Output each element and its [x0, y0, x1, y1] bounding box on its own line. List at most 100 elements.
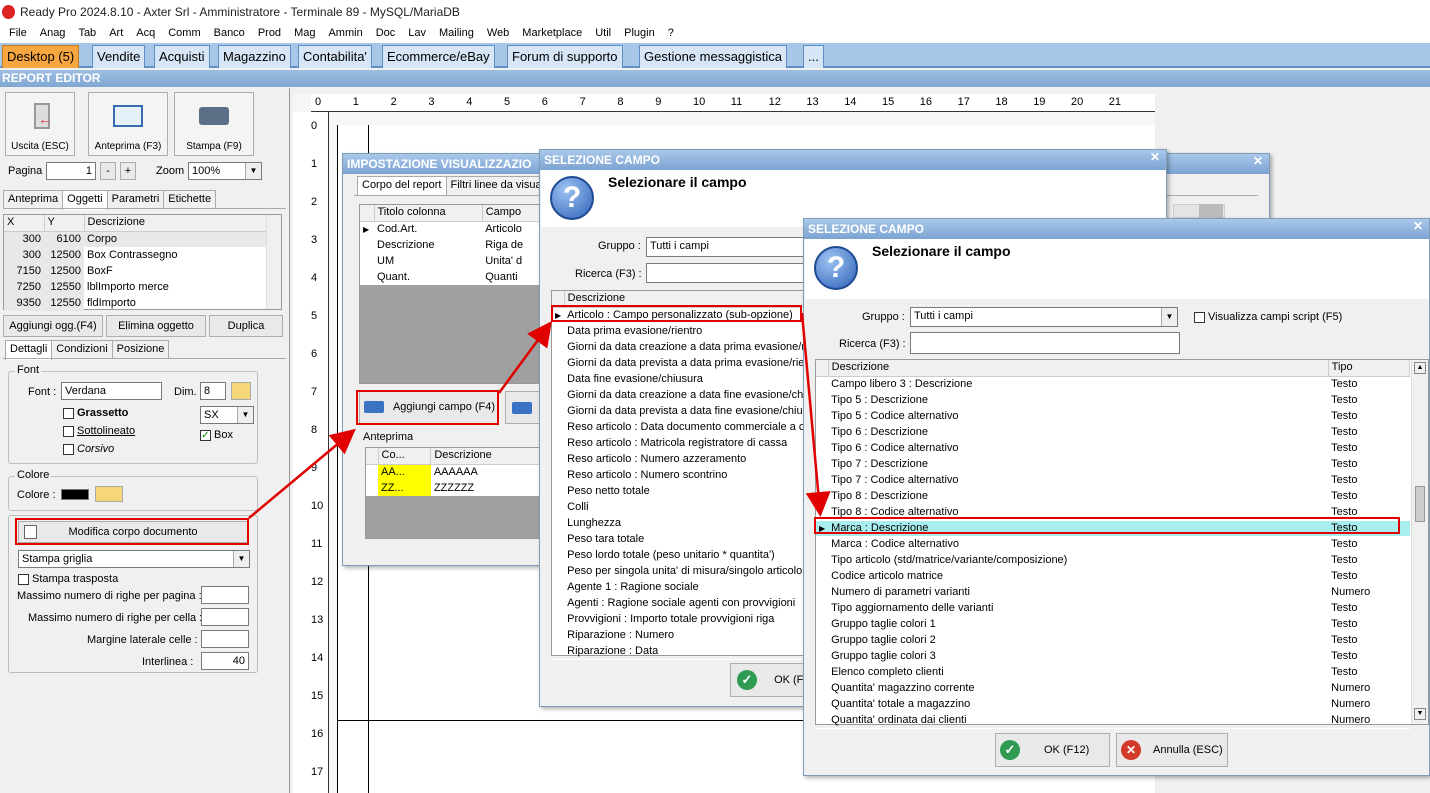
zoom-select[interactable]: 100% ▼	[188, 162, 262, 180]
editor-tab[interactable]: Oggetti	[62, 190, 108, 210]
editor-tab[interactable]: Anteprima	[3, 190, 64, 208]
field-list-item[interactable]: Quantita' ordinata dai clienti Numero	[816, 712, 1410, 729]
field-list-item[interactable]: Tipo 5 : Descrizione Testo	[816, 392, 1410, 409]
field-list-item[interactable]: Riparazione : Data	[552, 643, 822, 660]
field-list-item[interactable]: Giorni da data prevista a data fine evas…	[552, 403, 822, 420]
menu-item[interactable]: Art	[105, 24, 127, 43]
field-list-item[interactable]: Gruppo taglie colori 2 Testo	[816, 632, 1410, 649]
transpose-checkbox[interactable]: Stampa trasposta	[18, 573, 118, 585]
search-input[interactable]	[646, 263, 806, 283]
menu-item[interactable]: Acq	[132, 24, 159, 43]
preview-button[interactable]: Anteprima (F3)	[88, 92, 168, 156]
menu-item[interactable]: Web	[483, 24, 513, 43]
field-list-item[interactable]: Colli	[552, 499, 822, 516]
script-fields-checkbox[interactable]: Visualizza campi script (F5)	[1194, 311, 1342, 323]
column-row[interactable]: UM Unita' d	[360, 253, 546, 269]
list-scrollbar[interactable]: ▲ ▼	[1411, 360, 1428, 724]
field-list-item[interactable]: Tipo articolo (std/matrice/variante/comp…	[816, 552, 1410, 569]
field-list-item[interactable]: Elenco completo clienti Testo	[816, 664, 1410, 681]
menu-item[interactable]: Prod	[254, 24, 285, 43]
module-tab[interactable]: Acquisti	[154, 45, 210, 68]
field-list-item[interactable]: Provvigioni : Importo totale provvigioni…	[552, 611, 822, 628]
menu-item[interactable]: Doc	[372, 24, 400, 43]
max-rows-cell-input[interactable]	[201, 608, 249, 626]
group-select[interactable]: Tutti i campi	[646, 237, 806, 257]
menu-item[interactable]: Mailing	[435, 24, 478, 43]
menu-item[interactable]: Mag	[290, 24, 319, 43]
column-header[interactable]: X	[4, 215, 45, 232]
field-list-item[interactable]: Agenti : Ragione sociale agenti con prov…	[552, 595, 822, 612]
duplicate-button[interactable]: Duplica	[209, 315, 283, 337]
module-tab[interactable]: Gestione messaggistica	[639, 45, 788, 68]
box-checkbox[interactable]: ✓ Box	[200, 429, 233, 441]
field-list-item[interactable]: Peso per singola unita' di misura/singol…	[552, 563, 822, 580]
max-rows-page-input[interactable]	[201, 586, 249, 604]
settings-tab[interactable]: Filtri linee da visual	[445, 176, 550, 194]
field-list-item[interactable]: Reso articolo : Numero scontrino	[552, 467, 822, 484]
field-list-item[interactable]: Tipo 8 : Descrizione Testo	[816, 488, 1410, 505]
object-row[interactable]: 7150 12500 BoxF	[4, 263, 267, 279]
column-row[interactable]: ▶ Cod.Art. Articolo	[360, 221, 546, 237]
objects-scrollbar[interactable]	[266, 215, 281, 309]
field-list-item[interactable]: Codice articolo matrice Testo	[816, 568, 1410, 585]
field-list-item[interactable]: Tipo 5 : Codice alternativo Testo	[816, 408, 1410, 425]
field-list-item[interactable]: Riparazione : Numero	[552, 627, 822, 644]
field-list-item[interactable]: Data fine evasione/chiusura	[552, 371, 822, 388]
folder-icon[interactable]	[231, 382, 251, 400]
close-icon[interactable]: ✕	[1150, 150, 1160, 164]
column-row[interactable]: Descrizione Riga de	[360, 237, 546, 253]
menu-item[interactable]: Marketplace	[518, 24, 586, 43]
detail-tab[interactable]: Dettagli	[5, 340, 53, 360]
group-select[interactable]: Tutti i campi ▼	[910, 307, 1178, 327]
menu-item[interactable]: Plugin	[620, 24, 659, 43]
field-list-item[interactable]: Data prima evasione/rientro	[552, 323, 822, 340]
scroll-thumb[interactable]	[1415, 486, 1425, 522]
field-list-item[interactable]: Peso netto totale	[552, 483, 822, 500]
underline-checkbox[interactable]: Sottolineato	[63, 425, 135, 437]
menu-item[interactable]: Anag	[36, 24, 70, 43]
module-tab[interactable]: Forum di supporto	[507, 45, 623, 68]
field-list-item[interactable]: Quantita' magazzino corrente Numero	[816, 680, 1410, 697]
module-tab[interactable]: Contabilita'	[298, 45, 372, 68]
field-list-item[interactable]: Tipo 6 : Codice alternativo Testo	[816, 440, 1410, 457]
page-prev-button[interactable]: -	[100, 162, 116, 180]
object-row[interactable]: 300 6100 Corpo	[4, 231, 267, 247]
field-list-item[interactable]: Giorni da data creazione a data prima ev…	[552, 339, 822, 356]
column-row[interactable]: Quant. Quanti	[360, 269, 546, 285]
object-row[interactable]: 9350 12550 fldImporto	[4, 295, 267, 311]
object-row[interactable]: 7250 12550 lblImporto merce	[4, 279, 267, 295]
page-next-button[interactable]: +	[120, 162, 136, 180]
editor-tab[interactable]: Parametri	[106, 190, 165, 208]
field-list-item[interactable]: Gruppo taglie colori 1 Testo	[816, 616, 1410, 633]
folder-icon[interactable]	[95, 486, 123, 502]
module-tab[interactable]: Vendite	[92, 45, 146, 68]
field-list-item[interactable]: Tipo aggiornamento delle varianti Testo	[816, 600, 1410, 617]
italic-checkbox[interactable]: Corsivo	[63, 443, 114, 455]
ok-button[interactable]: ✓ OK (F12)	[995, 733, 1110, 767]
close-icon[interactable]: ✕	[1413, 219, 1423, 233]
column-header[interactable]: Descrizione	[84, 215, 267, 232]
field-list-item[interactable]: Marca : Codice alternativo Testo	[816, 536, 1410, 553]
font-input[interactable]: Verdana	[61, 382, 162, 400]
scroll-up-icon[interactable]: ▲	[1414, 362, 1426, 374]
align-select[interactable]: SX ▼	[200, 406, 254, 424]
settings-tab[interactable]: Corpo del report	[357, 176, 447, 196]
line-spacing-input[interactable]: 40	[201, 652, 249, 670]
color-swatch[interactable]	[61, 489, 89, 500]
cancel-button[interactable]: ✕ Annulla (ESC)	[1116, 733, 1228, 767]
menu-item[interactable]: Ammin	[324, 24, 366, 43]
field-list-item[interactable]: Lunghezza	[552, 515, 822, 532]
close-icon[interactable]: ✕	[1253, 154, 1263, 168]
field-list-item[interactable]: Campo libero 3 : Descrizione Testo	[816, 376, 1410, 393]
scroll-down-icon[interactable]: ▼	[1414, 708, 1426, 720]
field-list-item[interactable]: Giorni da data creazione a data fine eva…	[552, 387, 822, 404]
editor-tab[interactable]: Etichette	[163, 190, 217, 208]
ok-button-1[interactable]: ✓ OK (F	[730, 663, 810, 697]
menu-item[interactable]: Util	[591, 24, 615, 43]
menu-item[interactable]: Comm	[164, 24, 204, 43]
menu-item[interactable]: File	[5, 24, 31, 43]
field-list-item[interactable]: Reso articolo : Data documento commercia…	[552, 419, 822, 436]
field-list-item[interactable]: Numero di parametri varianti Numero	[816, 584, 1410, 601]
cell-margin-input[interactable]	[201, 630, 249, 648]
field-list-item[interactable]: Peso lordo totale (peso unitario * quant…	[552, 547, 822, 564]
